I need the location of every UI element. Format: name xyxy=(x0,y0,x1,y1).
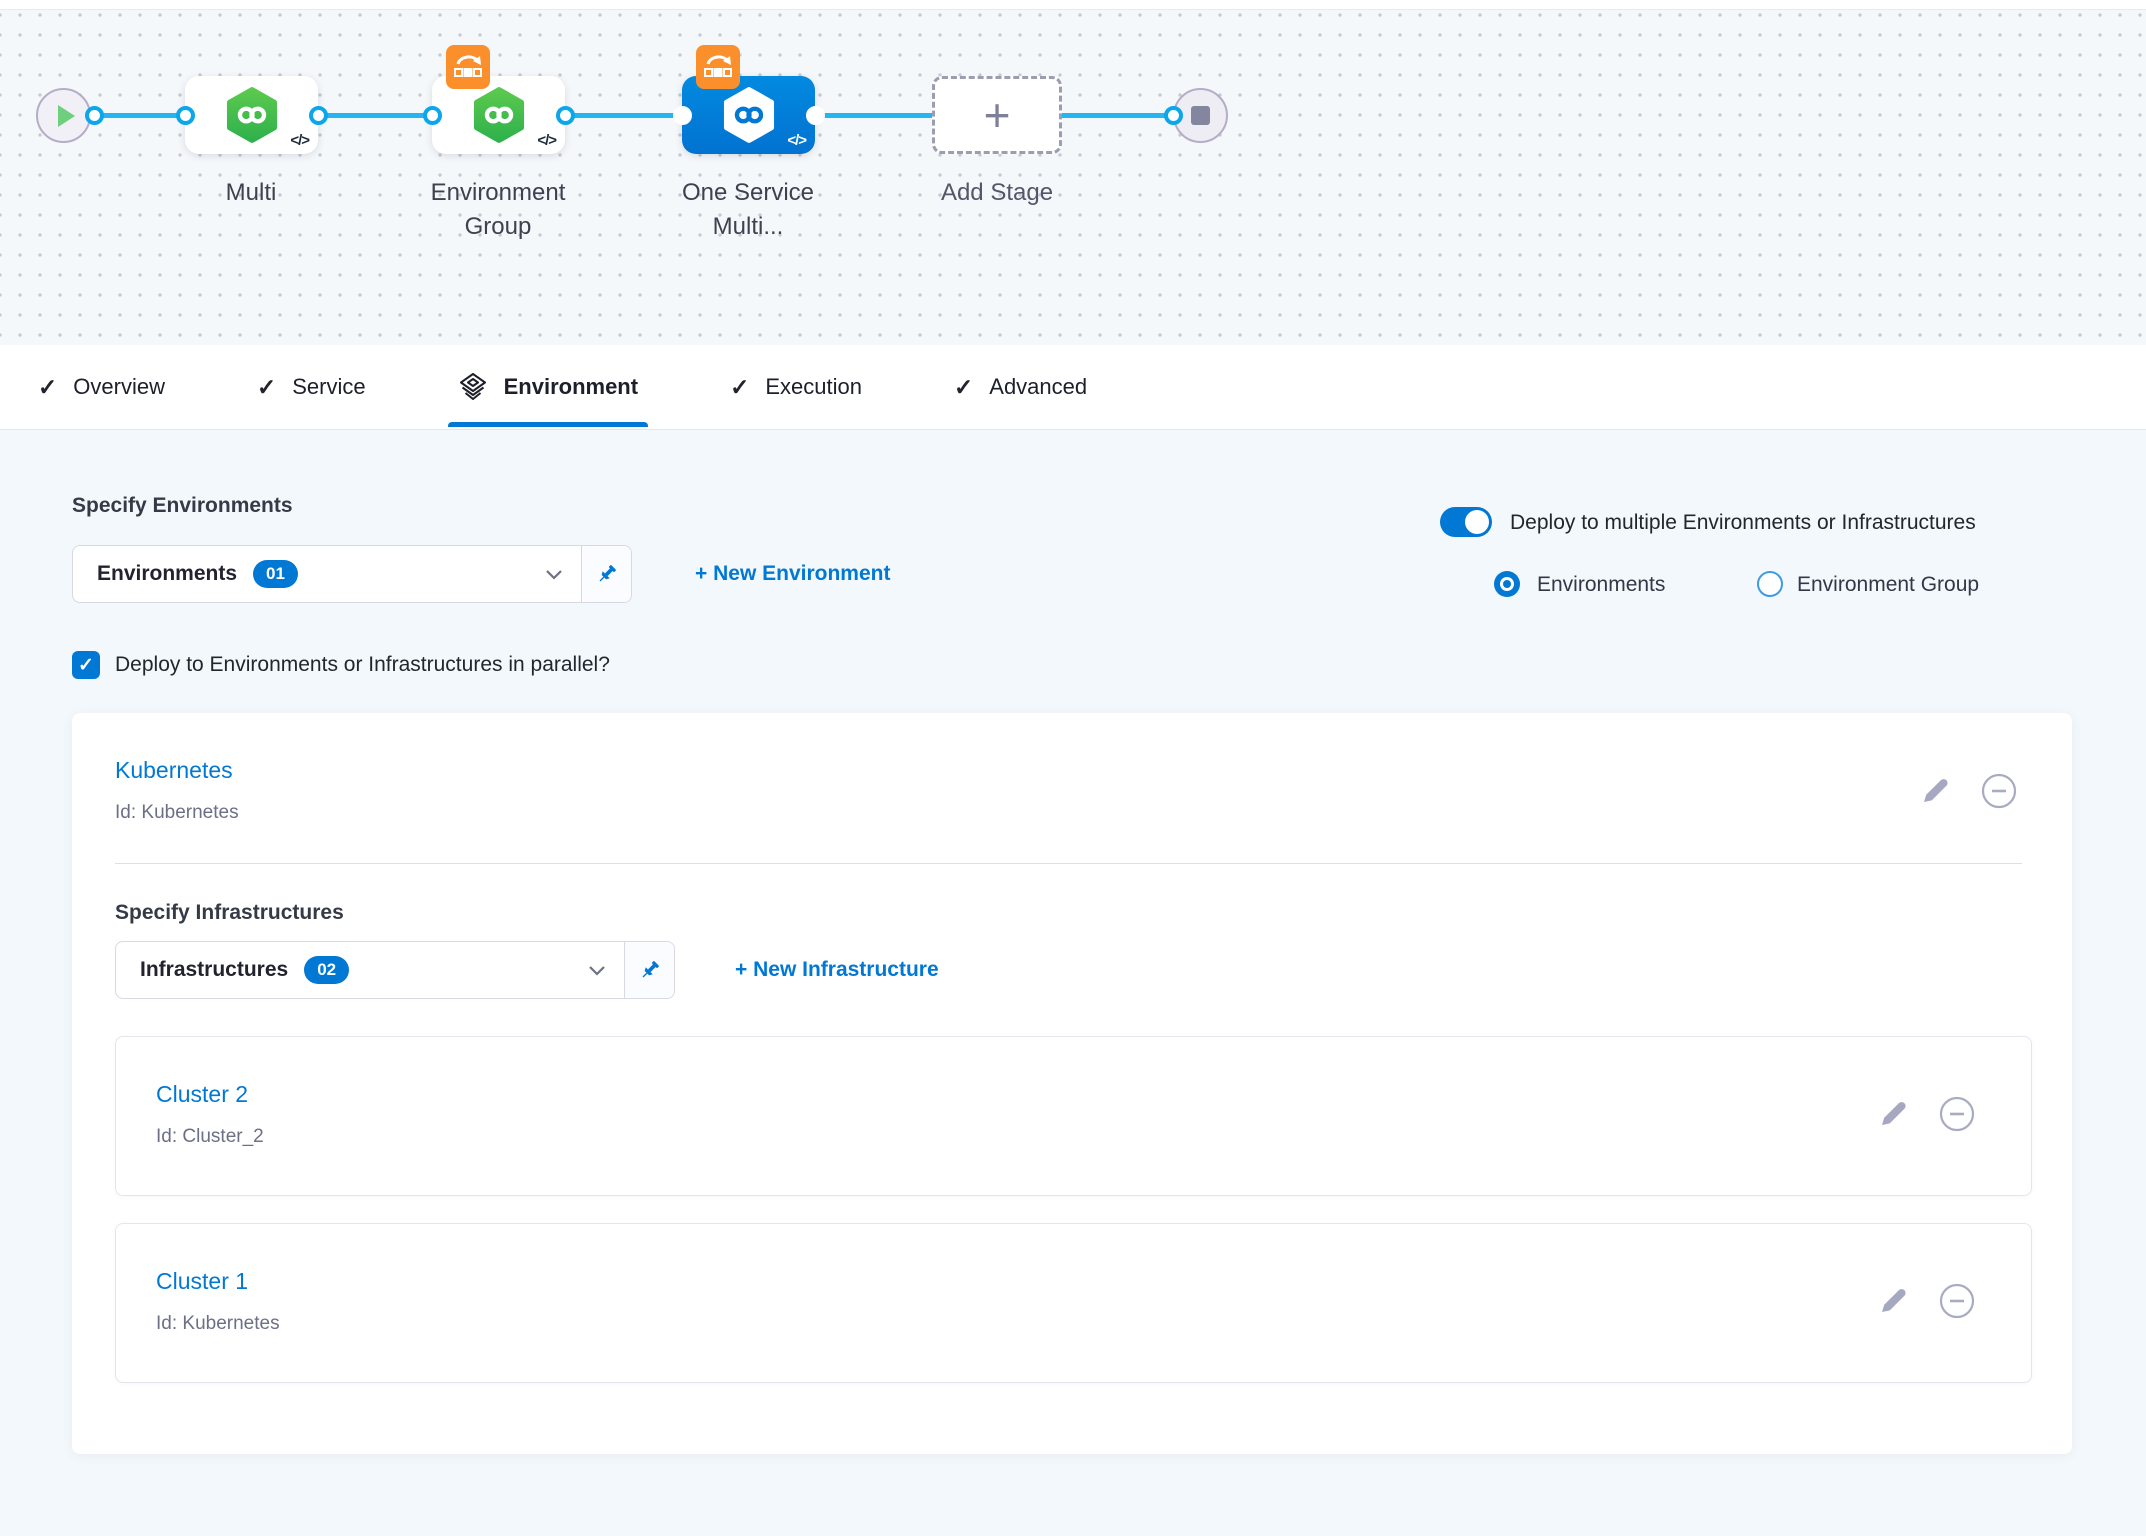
pipeline-start-node[interactable] xyxy=(36,88,91,143)
card-divider xyxy=(115,863,2022,864)
check-icon: ✓ xyxy=(954,374,973,401)
connector-port[interactable] xyxy=(176,106,195,125)
infrastructure-name-link[interactable]: Cluster 2 xyxy=(156,1081,248,1108)
check-icon: ✓ xyxy=(257,374,276,401)
specify-environments-title: Specify Environments xyxy=(72,494,293,518)
code-view-icon: </> xyxy=(537,132,556,149)
environment-id: Id: Kubernetes xyxy=(115,802,239,824)
minus-circle-icon xyxy=(1939,1283,1975,1319)
dropdown-value: Infrastructures xyxy=(140,958,288,982)
stage-label-one-service-multi: One Service Multi... xyxy=(653,176,843,244)
environments-dropdown-value-area[interactable]: Environments 01 xyxy=(73,546,581,602)
tab-execution[interactable]: ✓ Execution xyxy=(730,374,862,401)
infrastructure-id: Id: Cluster_2 xyxy=(156,1126,264,1148)
pipeline-canvas[interactable]: </> </> xyxy=(0,11,2146,345)
deploy-multiple-toggle-label: Deploy to multiple Environments or Infra… xyxy=(1510,511,1976,535)
canary-deployment-badge-icon xyxy=(696,45,740,89)
stage-node-one-service-multi[interactable]: </> xyxy=(682,76,815,154)
play-icon xyxy=(58,105,75,127)
plus-icon: + xyxy=(984,95,1011,135)
harness-service-icon xyxy=(226,87,278,143)
canary-deployment-badge-icon xyxy=(446,45,490,89)
edit-environment-button[interactable] xyxy=(1917,773,1953,809)
pencil-icon xyxy=(1880,1101,1906,1127)
count-badge: 01 xyxy=(253,560,298,588)
pushpin-icon xyxy=(639,959,661,981)
stop-icon xyxy=(1191,106,1210,125)
connector-port[interactable] xyxy=(309,106,328,125)
connector-port[interactable] xyxy=(806,106,825,125)
pushpin-icon xyxy=(596,563,618,585)
environments-dropdown[interactable]: Environments 01 xyxy=(72,545,632,603)
connector-port[interactable] xyxy=(556,106,575,125)
harness-service-icon xyxy=(723,87,775,143)
tab-service[interactable]: ✓ Service xyxy=(257,374,366,401)
remove-environment-button[interactable] xyxy=(1981,773,2017,809)
check-icon: ✓ xyxy=(38,374,57,401)
deploy-multiple-toggle[interactable] xyxy=(1440,507,1492,537)
environment-tab-panel: Specify Environments Environments 01 + N… xyxy=(0,431,2146,1536)
code-view-icon: </> xyxy=(787,132,806,149)
stage-node-multi[interactable]: </> xyxy=(185,76,318,154)
tab-label: Advanced xyxy=(989,374,1087,400)
connector-port[interactable] xyxy=(1164,106,1183,125)
stage-node-environment-group[interactable]: </> xyxy=(432,76,565,154)
stage-config-tabbar: ✓ Overview ✓ Service Environment ✓ Execu… xyxy=(0,345,2146,430)
pencil-icon xyxy=(1880,1288,1906,1314)
add-stage-button[interactable]: + xyxy=(932,76,1062,154)
edit-infrastructure-button[interactable] xyxy=(1875,1096,1911,1132)
connector-port[interactable] xyxy=(673,106,692,125)
window-top-strip xyxy=(0,0,2146,10)
radio-environment-group[interactable] xyxy=(1757,571,1783,597)
minus-circle-icon xyxy=(1981,773,2017,809)
toggle-knob xyxy=(1465,510,1489,534)
stage-label-multi: Multi xyxy=(156,176,346,210)
connector-port[interactable] xyxy=(85,106,104,125)
harness-service-icon xyxy=(473,87,525,143)
new-infrastructure-link[interactable]: + New Infrastructure xyxy=(735,958,939,982)
pin-button[interactable] xyxy=(624,942,674,998)
check-icon: ✓ xyxy=(78,654,94,677)
infrastructures-dropdown[interactable]: Infrastructures 02 xyxy=(115,941,675,999)
radio-environments-label[interactable]: Environments xyxy=(1537,573,1665,597)
edit-infrastructure-button[interactable] xyxy=(1875,1283,1911,1319)
infrastructures-dropdown-value-area[interactable]: Infrastructures 02 xyxy=(116,942,624,998)
stage-label-add-stage: Add Stage xyxy=(902,176,1092,210)
tab-label: Overview xyxy=(73,374,165,400)
check-icon: ✓ xyxy=(730,374,749,401)
pencil-icon xyxy=(1922,778,1948,804)
code-view-icon: </> xyxy=(290,132,309,149)
chevron-down-icon xyxy=(588,965,606,976)
tab-environment[interactable]: Environment xyxy=(458,372,638,402)
stage-label-environment-group: Environment Group xyxy=(403,176,593,244)
radio-environment-group-label[interactable]: Environment Group xyxy=(1797,573,1979,597)
parallel-deploy-checkbox[interactable]: ✓ xyxy=(72,651,100,679)
tab-label: Environment xyxy=(504,374,638,400)
infrastructure-id: Id: Kubernetes xyxy=(156,1313,280,1335)
minus-circle-icon xyxy=(1939,1096,1975,1132)
environment-card: Kubernetes Id: Kubernetes Specify Infras… xyxy=(72,713,2072,1454)
new-environment-link[interactable]: + New Environment xyxy=(695,562,890,586)
infrastructure-card: Cluster 1 Id: Kubernetes xyxy=(115,1223,2032,1383)
parallel-deploy-checkbox-label: Deploy to Environments or Infrastructure… xyxy=(115,653,610,677)
count-badge: 02 xyxy=(304,956,349,984)
specify-infrastructures-title: Specify Infrastructures xyxy=(115,901,344,925)
remove-infrastructure-button[interactable] xyxy=(1939,1283,1975,1319)
dropdown-value: Environments xyxy=(97,562,237,586)
tab-advanced[interactable]: ✓ Advanced xyxy=(954,374,1087,401)
infrastructure-name-link[interactable]: Cluster 1 xyxy=(156,1268,248,1295)
connector-port[interactable] xyxy=(423,106,442,125)
pin-button[interactable] xyxy=(581,546,631,602)
radio-environments[interactable] xyxy=(1494,571,1520,597)
infrastructure-card: Cluster 2 Id: Cluster_2 xyxy=(115,1036,2032,1196)
remove-infrastructure-button[interactable] xyxy=(1939,1096,1975,1132)
tab-label: Service xyxy=(292,374,365,400)
environment-layers-icon xyxy=(458,372,488,402)
tab-overview[interactable]: ✓ Overview xyxy=(38,374,165,401)
environment-name-link[interactable]: Kubernetes xyxy=(115,757,233,784)
chevron-down-icon xyxy=(545,569,563,580)
tab-label: Execution xyxy=(765,374,862,400)
